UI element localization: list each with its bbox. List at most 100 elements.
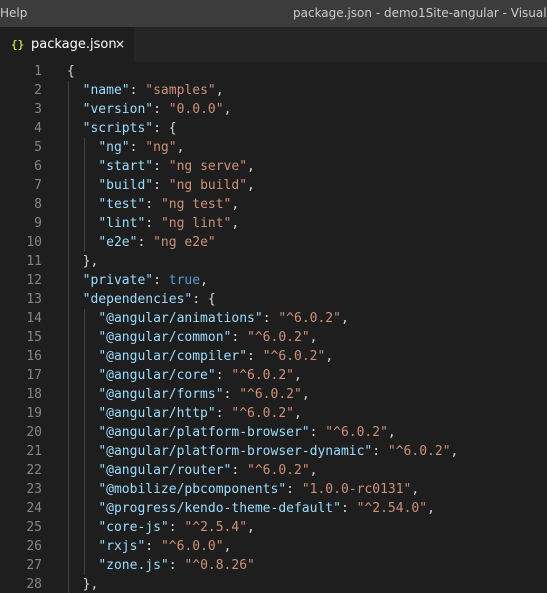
line-number: 18 <box>26 387 42 402</box>
code-text: "test": "ng test", <box>98 195 239 214</box>
json-punctuation: : <box>129 83 146 98</box>
json-punctuation: , <box>309 330 318 345</box>
code-line: 26 "rxjs": "^6.0.0", <box>0 537 547 556</box>
indent-guide <box>68 575 69 593</box>
code-text: "ng": "ng", <box>98 138 184 157</box>
code-line: 8 "test": "ng test", <box>0 195 547 214</box>
tab-package-json[interactable]: {} package.json × <box>0 27 134 62</box>
json-key: "@angular/router" <box>98 463 232 478</box>
indent-guide <box>83 328 85 347</box>
line-number: 8 <box>34 197 42 212</box>
code-lines: 1{2 "name": "samples", 3 "version": "0.0.0"… <box>0 62 547 593</box>
json-key: "@angular/http" <box>98 406 216 421</box>
indent-guide <box>83 233 85 252</box>
json-key: "@mobilize/pbcomponents" <box>98 482 287 497</box>
json-boolean: true <box>168 273 201 288</box>
json-punctuation: , <box>200 273 208 288</box>
json-punctuation: , <box>294 368 302 383</box>
vscode-window: Help package.json - demo1Site-angular - … <box>0 0 547 593</box>
json-punctuation: , <box>231 197 240 212</box>
json-punctuation: : <box>145 216 161 231</box>
indent-guide <box>83 499 85 518</box>
json-punctuation: : <box>309 425 326 440</box>
json-punctuation: : <box>168 520 185 535</box>
code-text: "@angular/forms": "^6.0.2", <box>98 385 309 404</box>
json-string: "^2.54.0" <box>356 501 428 516</box>
json-punctuation: , <box>325 349 334 364</box>
indent-guide <box>68 537 69 556</box>
json-key: "rxjs" <box>98 539 146 554</box>
line-number: 5 <box>34 140 42 155</box>
indent-guide <box>68 366 69 385</box>
json-punctuation: : <box>215 406 232 421</box>
code-line: 2 "name": "samples", <box>0 81 547 100</box>
json-key: "@angular/common" <box>98 330 232 345</box>
json-key: "scripts" <box>82 121 154 136</box>
line-number: 27 <box>26 558 42 573</box>
indent-guide <box>68 100 69 119</box>
json-key: "@progress/kendo-theme-default" <box>98 501 341 516</box>
json-key: "ng" <box>98 140 130 155</box>
json-key: "private" <box>82 273 154 288</box>
json-string: "1.0.0-rc0131" <box>301 482 412 497</box>
indent-guide <box>83 518 85 537</box>
json-punctuation: , <box>387 425 396 440</box>
code-line: 11}, <box>0 252 547 271</box>
menu-help[interactable]: Help <box>0 0 27 27</box>
json-key: "@angular/animations" <box>98 311 263 326</box>
json-punctuation: , <box>215 83 224 98</box>
json-punctuation: { <box>67 64 75 79</box>
json-string: "ng build" <box>168 178 248 193</box>
json-key: "zone.js" <box>98 558 169 573</box>
json-key: "@angular/forms" <box>98 387 224 402</box>
code-line: 6 "start": "ng serve", <box>0 157 547 176</box>
code-line: 7 "build": "ng build", <box>0 176 547 195</box>
json-punctuation: }, <box>82 577 99 592</box>
json-punctuation: : <box>372 444 388 459</box>
indent-guide <box>68 461 69 480</box>
code-text: "@angular/router": "^6.0.2", <box>98 461 317 480</box>
line-number: 19 <box>26 406 42 421</box>
json-key: "build" <box>98 178 154 193</box>
code-text: "@angular/compiler": "^6.0.2", <box>98 347 333 366</box>
indent-guide <box>68 423 69 442</box>
close-icon[interactable]: × <box>115 27 125 62</box>
code-text: "rxjs": "^6.0.0", <box>98 537 231 556</box>
code-line: 9 "lint": "ng lint", <box>0 214 547 233</box>
json-punctuation: : <box>231 463 248 478</box>
line-number: 12 <box>26 273 42 288</box>
indent-guide <box>68 233 69 252</box>
json-punctuation: , <box>247 159 255 174</box>
tab-label: package.json <box>31 37 117 52</box>
indent-guide <box>83 461 85 480</box>
line-number: 24 <box>26 501 42 516</box>
indent-guide <box>83 385 85 404</box>
json-punctuation: : <box>145 539 161 554</box>
json-string: "^6.0.2" <box>247 463 310 478</box>
indent-guide <box>83 347 85 366</box>
indent-guide <box>68 195 69 214</box>
indent-guide <box>83 214 85 233</box>
json-string: "^6.0.2" <box>239 387 302 402</box>
indent-guide <box>68 271 69 290</box>
json-punctuation: : <box>145 197 161 212</box>
line-number: 9 <box>34 216 42 231</box>
code-line: 23 "@mobilize/pbcomponents": "1.0.0-rc013… <box>0 480 547 499</box>
indent-guide <box>68 328 69 347</box>
code-text: "@angular/animations": "^6.0.2", <box>98 309 348 328</box>
json-punctuation: : <box>153 273 169 288</box>
indent-guide <box>68 176 69 195</box>
json-string: "^6.0.2" <box>262 349 326 364</box>
json-punctuation: , <box>247 520 255 535</box>
indent-guide <box>68 214 69 233</box>
json-string: "^6.0.2" <box>247 330 310 345</box>
line-number: 28 <box>26 577 42 592</box>
indent-guide <box>83 176 85 195</box>
code-editor[interactable]: 1{2 "name": "samples", 3 "version": "0.0.0"… <box>0 62 547 593</box>
indent-guide <box>68 556 69 575</box>
line-number: 7 <box>34 178 42 193</box>
json-key: "@angular/platform-browser-dynamic" <box>98 444 373 459</box>
code-text: { <box>67 62 75 81</box>
indent-guide <box>68 404 69 423</box>
indent-guide <box>68 442 69 461</box>
